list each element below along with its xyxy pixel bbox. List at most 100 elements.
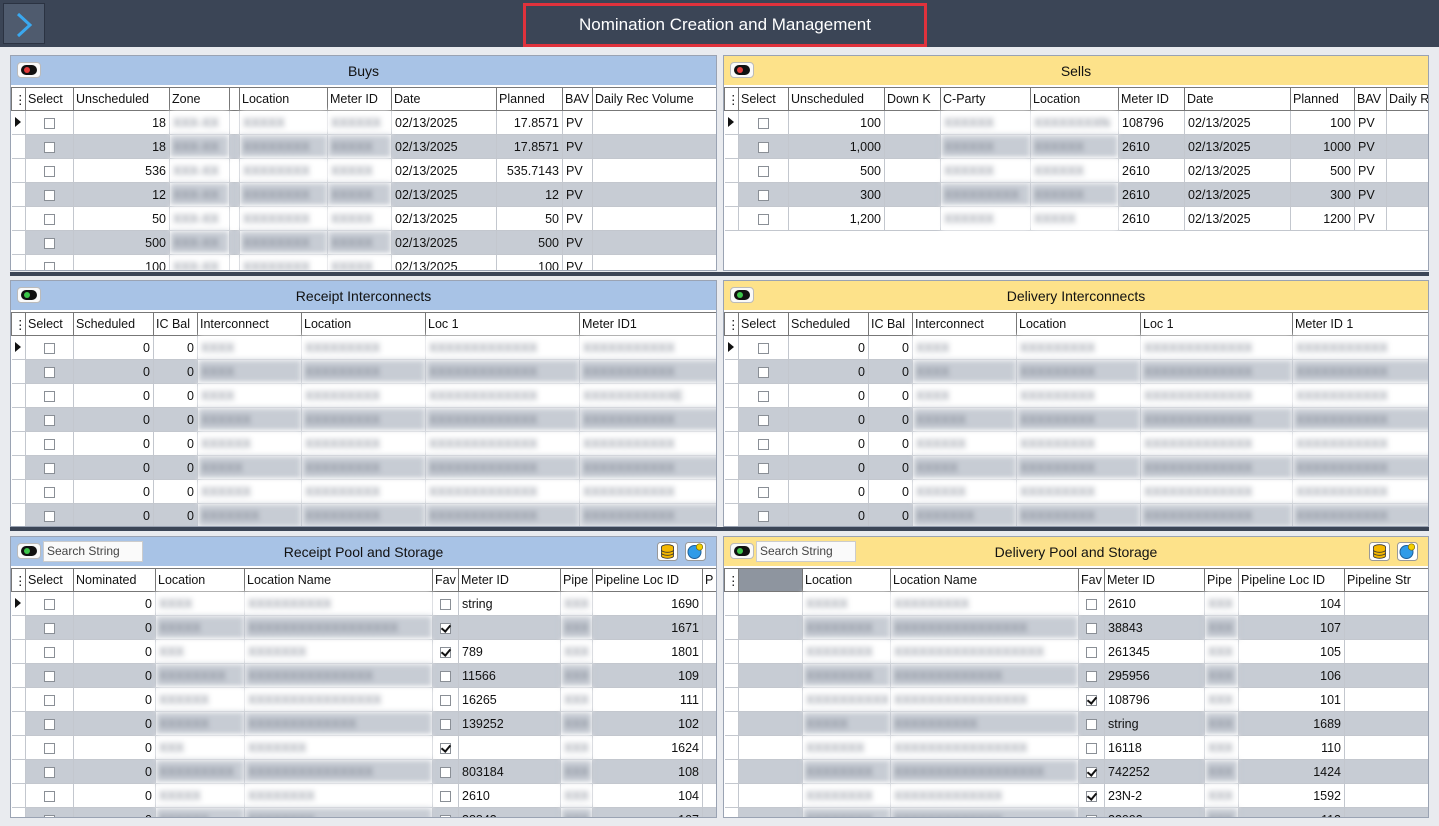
select-checkbox[interactable] xyxy=(44,189,55,201)
column-header[interactable]: Scheduled xyxy=(788,312,869,336)
splitter-2[interactable] xyxy=(10,527,1429,531)
column-header[interactable]: Fav xyxy=(1078,568,1105,592)
select-checkbox[interactable] xyxy=(44,510,55,522)
column-header[interactable]: Location Name xyxy=(244,568,433,592)
fav-checkbox[interactable] xyxy=(440,670,451,682)
table-row[interactable]: 00XXXXXXXXXXXXXXXXXXXXXXXXXXXXXXXXXXXXXX… xyxy=(11,479,716,504)
column-header[interactable]: Interconnect xyxy=(912,312,1017,336)
receipt-ic-toggle[interactable] xyxy=(17,287,41,303)
column-header[interactable]: Meter ID xyxy=(327,87,392,111)
select-checkbox[interactable] xyxy=(758,414,769,426)
column-header[interactable]: Select xyxy=(25,568,74,592)
fav-checkbox[interactable] xyxy=(1086,622,1097,634)
delivery-pool-toggle[interactable] xyxy=(730,543,754,559)
table-row[interactable]: 00XXXXXXXXXXXXXXXXXXXXXXXXXXXXXXXXXXXXXX… xyxy=(11,503,716,526)
column-header[interactable]: Nominated xyxy=(73,568,156,592)
fav-checkbox[interactable] xyxy=(440,694,451,706)
table-row[interactable]: 1,200 XXXXXX XXXXX 2610 02/13/2025 1200 PV xyxy=(724,206,1428,231)
column-header[interactable]: Pipeline Loc ID xyxy=(1238,568,1345,592)
table-row[interactable]: 0 XXX XXXXXXX XXX 1624 xyxy=(11,735,716,760)
column-header[interactable]: Unscheduled xyxy=(73,87,170,111)
column-header[interactable]: Select xyxy=(25,312,74,336)
table-row[interactable]: XXXXXXX XXXXXXXXXXXXXXXX 16118 XXX 110 xyxy=(724,735,1428,760)
table-row[interactable]: 0 0 XXXXX XXXXXXXXX XXXXXXXXXXXXX XXXXXXXXXXX xyxy=(11,455,716,480)
column-chooser-icon[interactable]: ⋮ xyxy=(11,568,26,592)
select-checkbox[interactable] xyxy=(44,438,55,450)
select-checkbox[interactable] xyxy=(44,766,55,778)
column-header[interactable]: C-Party xyxy=(940,87,1031,111)
select-checkbox[interactable] xyxy=(44,814,55,817)
table-row[interactable]: 0 0 XXXXX XXXXXXXXX XXXXXXXXXXXXX XXXXXXXXXXX xyxy=(724,455,1428,480)
column-chooser-icon[interactable]: ⋮ xyxy=(724,87,739,111)
select-checkbox[interactable] xyxy=(44,117,55,129)
column-header[interactable]: Location Name xyxy=(890,568,1079,592)
column-header[interactable]: Select xyxy=(738,87,789,111)
table-row[interactable]: 0 XXXXXXXXX XXXXXXXXXXXXXXX 803184 XXX 108 xyxy=(11,759,716,784)
fav-checkbox[interactable] xyxy=(1086,742,1097,754)
table-row[interactable]: XXXXXXXX XXXXXXXXXXXXXXXX 38843 XXX 107 xyxy=(724,615,1428,640)
table-row[interactable]: 00XXXXXXXXXXXXXXXXXXXXXXXXXXXXXXXXXXXXXX… xyxy=(724,479,1428,504)
select-checkbox[interactable] xyxy=(44,790,55,802)
column-header[interactable]: Fav xyxy=(432,568,459,592)
select-checkbox[interactable] xyxy=(44,718,55,730)
delivery-ic-toggle[interactable] xyxy=(730,287,754,303)
column-header[interactable]: Date xyxy=(1184,87,1291,111)
table-row[interactable]: XXXXXXXX XXXXXXXXXXXXX 295956 XXX 106 xyxy=(724,663,1428,688)
select-checkbox[interactable] xyxy=(44,486,55,498)
fav-checkbox[interactable] xyxy=(1086,766,1097,778)
database-icon[interactable] xyxy=(657,542,678,561)
table-row[interactable]: 536 XXX-XX XXXXXXXX XXXXX 02/13/2025 535.7143… xyxy=(11,158,716,183)
table-row[interactable]: 0 0 XXXX XXXXXXXXX XXXXXXXXXXXXX XXXXXXXXXXX xyxy=(724,383,1428,408)
fav-checkbox[interactable] xyxy=(1086,646,1097,658)
select-checkbox[interactable] xyxy=(44,342,55,354)
fav-checkbox[interactable] xyxy=(440,766,451,778)
table-row[interactable]: 100 XXXXXX XXXXXXXXN 108796 02/13/2025 100 PV xyxy=(724,110,1428,135)
column-header[interactable]: Loc 1 xyxy=(1140,312,1293,336)
column-chooser-icon[interactable]: ⋮ xyxy=(11,312,26,336)
column-header[interactable]: Unscheduled xyxy=(788,87,885,111)
fav-checkbox[interactable] xyxy=(1086,718,1097,730)
column-header[interactable]: Daily Rec Volume xyxy=(592,87,716,111)
fav-checkbox[interactable] xyxy=(440,790,451,802)
column-header[interactable]: Location xyxy=(1030,87,1119,111)
column-header[interactable]: IC Bal xyxy=(868,312,913,336)
column-chooser-icon[interactable]: ⋮ xyxy=(724,568,739,592)
table-row[interactable]: 1,000 XXXXXX XXXXXX 2610 02/13/2025 1000 PV xyxy=(724,134,1428,159)
table-row[interactable]: 0 0 XXXX XXXXXXXXX XXXXXXXXXXXXX XXXXXXXXXXX xyxy=(11,335,716,360)
table-row[interactable]: XXXXXXXX XXXXXXXXXXXXX 23N-2 XXX 1592 xyxy=(724,783,1428,808)
table-row[interactable]: XXXXXXXX XXXXXXXXXXXXXXXXXX 261345 XXX 105 xyxy=(724,639,1428,664)
table-row[interactable]: 12 XXX-XX XXXXXXXX XXXXX 02/13/2025 12 PV xyxy=(11,182,716,207)
select-checkbox[interactable] xyxy=(758,366,769,378)
receipt-pool-search-input[interactable]: Search String xyxy=(43,541,143,562)
column-header[interactable]: Pipeline Str xyxy=(1344,568,1428,592)
fav-checkbox[interactable] xyxy=(440,622,451,634)
column-header[interactable]: Pipeline Loc ID xyxy=(592,568,703,592)
table-row[interactable]: 500 XXX-XX XXXXXXXX XXXXX 02/13/2025 500 PV xyxy=(11,230,716,255)
fav-checkbox[interactable] xyxy=(1086,814,1097,817)
delivery-pool-search-input[interactable]: Search String xyxy=(756,541,856,562)
column-header[interactable]: Meter ID1 xyxy=(579,312,716,336)
column-chooser-icon[interactable]: ⋮ xyxy=(724,312,739,336)
table-row[interactable]: 0 XXXXXX XXXXXXXXXXXXXXXX 16265 XXX 111 xyxy=(11,687,716,712)
fav-checkbox[interactable] xyxy=(440,598,451,610)
column-header[interactable] xyxy=(738,568,803,592)
column-header[interactable]: Down K xyxy=(884,87,941,111)
table-row[interactable]: 0 XXXXXXXX XXXXXXXXXXXXXXX 11566 XXX 109 xyxy=(11,663,716,688)
table-row[interactable]: 0 XXXXX XXXXXXXX 2610 XXX 104 xyxy=(11,783,716,808)
column-header[interactable]: Date xyxy=(391,87,497,111)
select-checkbox[interactable] xyxy=(44,390,55,402)
column-header[interactable]: Pipe xyxy=(1204,568,1239,592)
select-checkbox[interactable] xyxy=(758,438,769,450)
fav-checkbox[interactable] xyxy=(440,742,451,754)
select-checkbox[interactable] xyxy=(758,165,769,177)
column-header[interactable]: Select xyxy=(738,312,789,336)
table-row[interactable]: 300 XXXXXXXXX XXXXXX 2610 02/13/2025 300 PV xyxy=(724,182,1428,207)
table-row[interactable]: 00XXXXXXXXXXXXXXXXXXXXXXXXXXXXXXXXXXXXXX… xyxy=(11,431,716,456)
column-header[interactable]: Meter ID xyxy=(458,568,561,592)
column-header[interactable]: Location xyxy=(301,312,426,336)
table-row[interactable]: 0 0 XXXX XXXXXXXXX XXXXXXXXXXXXX XXXXXXXXXXX xyxy=(11,359,716,384)
select-checkbox[interactable] xyxy=(44,694,55,706)
select-checkbox[interactable] xyxy=(758,462,769,474)
column-header[interactable]: BAV xyxy=(1354,87,1387,111)
table-row[interactable]: 0 XXXX XXXXXXXXXX string XXX 1690 xyxy=(11,591,716,616)
